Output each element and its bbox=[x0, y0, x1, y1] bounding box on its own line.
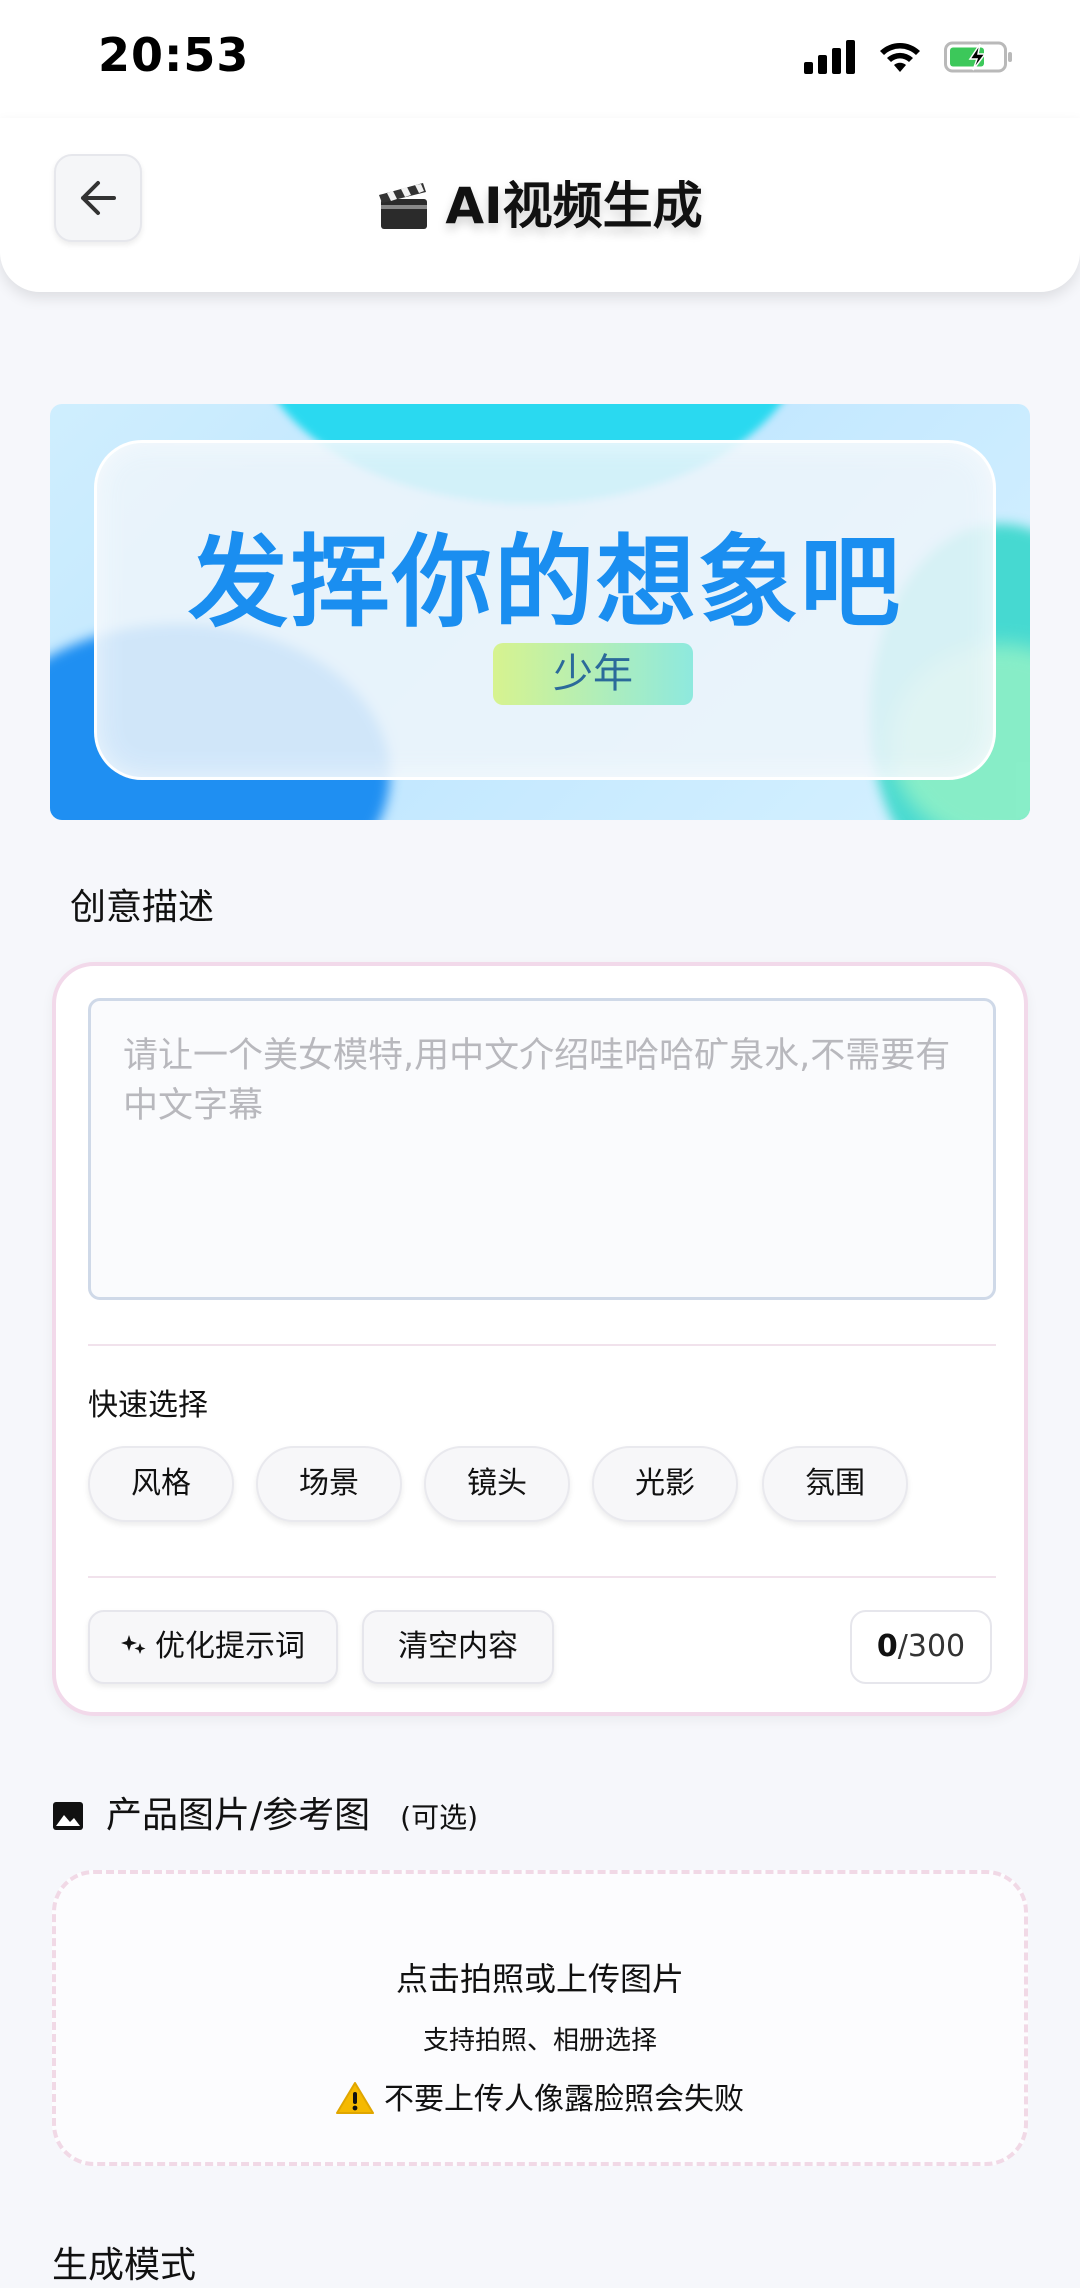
image-upload-area[interactable]: 点击拍照或上传图片 支持拍照、相册选择 不要上传人像露脸照会失败 bbox=[52, 1870, 1028, 2166]
clapperboard-icon bbox=[379, 183, 428, 229]
upload-subtitle: 支持拍照、相册选择 bbox=[422, 2026, 657, 2056]
upload-section-label: 产品图片/参考图 (可选) bbox=[52, 1786, 478, 1838]
char-count-max: /300 bbox=[897, 1629, 966, 1664]
chip-style[interactable]: 风格 bbox=[88, 1446, 234, 1522]
divider bbox=[88, 1576, 996, 1578]
quick-select-label: 快速选择 bbox=[88, 1388, 208, 1423]
app-header: AI视频生成 bbox=[0, 118, 1080, 292]
upload-section-title: 产品图片/参考图 bbox=[106, 1795, 371, 1836]
chip-scene[interactable]: 场景 bbox=[256, 1446, 402, 1522]
prompt-textarea[interactable]: 请让一个美女模特,用中文介绍哇哈哈矿泉水,不需要有中文字幕 bbox=[88, 998, 996, 1300]
optional-hint: (可选) bbox=[400, 1801, 478, 1834]
hero-banner: 发挥你的想象吧 少年 bbox=[50, 404, 1030, 820]
battery-charging-icon bbox=[944, 41, 1012, 73]
signal-icon bbox=[804, 40, 855, 74]
divider bbox=[88, 1344, 996, 1346]
wifi-icon bbox=[880, 43, 920, 72]
status-time: 20:53 bbox=[98, 28, 250, 82]
upload-warning: 不要上传人像露脸照会失败 bbox=[56, 2074, 1024, 2118]
clear-content-button[interactable]: 清空内容 bbox=[362, 1610, 554, 1684]
creative-section-label: 创意描述 bbox=[70, 887, 215, 928]
optimize-prompt-button[interactable]: 优化提示词 bbox=[88, 1610, 338, 1684]
page-title: AI视频生成 bbox=[0, 166, 1080, 238]
chip-lighting[interactable]: 光影 bbox=[592, 1446, 738, 1522]
optimize-prompt-label: 优化提示词 bbox=[155, 1629, 305, 1664]
sparkle-icon bbox=[121, 1635, 146, 1654]
creative-card: 请让一个美女模特,用中文介绍哇哈哈矿泉水,不需要有中文字幕 快速选择 风格 场景… bbox=[52, 962, 1028, 1716]
banner-headline: 发挥你的想象吧 bbox=[188, 524, 902, 641]
warning-icon bbox=[336, 2082, 374, 2114]
banner-card: 发挥你的想象吧 少年 bbox=[94, 440, 996, 780]
mode-section-label: 生成模式 bbox=[52, 2245, 197, 2286]
status-bar: 20:53 bbox=[0, 0, 1080, 118]
banner-tag: 少年 bbox=[493, 643, 693, 705]
page-title-text: AI视频生成 bbox=[445, 177, 703, 235]
status-icons bbox=[804, 40, 1014, 74]
upload-title: 点击拍照或上传图片 bbox=[395, 1960, 684, 1998]
upload-warning-text: 不要上传人像露脸照会失败 bbox=[384, 2082, 744, 2117]
chip-camera[interactable]: 镜头 bbox=[424, 1446, 570, 1522]
char-counter: 0/300 bbox=[850, 1610, 992, 1684]
chip-mood[interactable]: 氛围 bbox=[762, 1446, 908, 1522]
image-icon bbox=[53, 1802, 83, 1830]
char-count-current: 0 bbox=[876, 1629, 898, 1664]
